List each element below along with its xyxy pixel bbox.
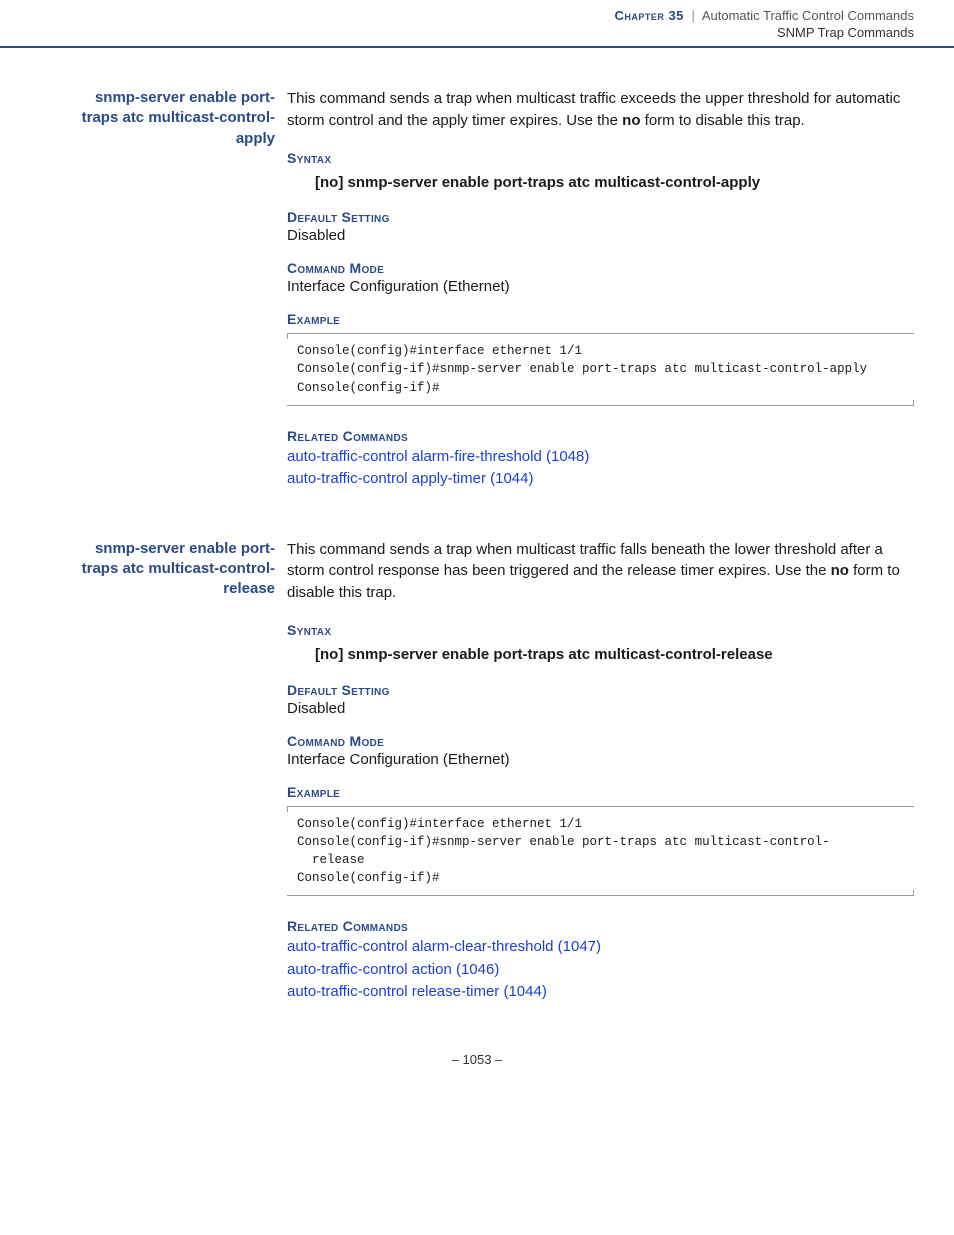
desc-bold: no <box>622 112 640 129</box>
default-setting-value: Disabled <box>287 700 914 717</box>
related-commands-label: Related Commands <box>287 428 914 444</box>
header-separator: | <box>692 8 695 23</box>
related-link[interactable]: auto-traffic-control apply-timer (1044) <box>287 468 914 491</box>
header-subtitle: SNMP Trap Commands <box>0 25 914 40</box>
syntax-label: Syntax <box>287 150 914 166</box>
command-mode-label: Command Mode <box>287 733 914 749</box>
desc-text: form to disable this trap. <box>640 112 804 129</box>
command-description: This command sends a trap when multicast… <box>287 539 914 604</box>
example-code: Console(config)#interface ethernet 1/1 C… <box>287 806 914 897</box>
syntax-label: Syntax <box>287 622 914 638</box>
page-header: Chapter 35 | Automatic Traffic Control C… <box>0 0 954 48</box>
content-area: snmp-server enable port-traps atc multic… <box>0 88 954 1014</box>
command-name: snmp-server enable port-traps atc multic… <box>80 539 287 600</box>
syntax-value: [no] snmp-server enable port-traps atc m… <box>315 644 914 666</box>
default-setting-label: Default Setting <box>287 209 914 225</box>
related-links: auto-traffic-control alarm-clear-thresho… <box>287 936 914 1004</box>
related-commands-label: Related Commands <box>287 918 914 934</box>
desc-bold: no <box>831 562 849 579</box>
chapter-label: Chapter 35 <box>614 8 683 23</box>
page-number: – 1053 – <box>0 1052 954 1087</box>
command-name: snmp-server enable port-traps atc multic… <box>80 88 287 149</box>
desc-text: This command sends a trap when multicast… <box>287 90 900 129</box>
related-link[interactable]: auto-traffic-control alarm-fire-threshol… <box>287 446 914 469</box>
command-description: This command sends a trap when multicast… <box>287 88 914 132</box>
syntax-value: [no] snmp-server enable port-traps atc m… <box>315 172 914 194</box>
related-link[interactable]: auto-traffic-control alarm-clear-thresho… <box>287 936 914 959</box>
default-setting-value: Disabled <box>287 227 914 244</box>
command-mode-label: Command Mode <box>287 260 914 276</box>
header-title: Automatic Traffic Control Commands <box>702 8 914 23</box>
command-entry: snmp-server enable port-traps atc multic… <box>80 539 914 1014</box>
related-links: auto-traffic-control alarm-fire-threshol… <box>287 446 914 491</box>
example-code: Console(config)#interface ethernet 1/1 C… <box>287 333 914 405</box>
command-mode-value: Interface Configuration (Ethernet) <box>287 751 914 768</box>
related-link[interactable]: auto-traffic-control action (1046) <box>287 959 914 982</box>
desc-text: This command sends a trap when multicast… <box>287 541 883 580</box>
example-label: Example <box>287 311 914 327</box>
command-entry: snmp-server enable port-traps atc multic… <box>80 88 914 501</box>
default-setting-label: Default Setting <box>287 682 914 698</box>
command-mode-value: Interface Configuration (Ethernet) <box>287 278 914 295</box>
example-label: Example <box>287 784 914 800</box>
related-link[interactable]: auto-traffic-control release-timer (1044… <box>287 981 914 1004</box>
